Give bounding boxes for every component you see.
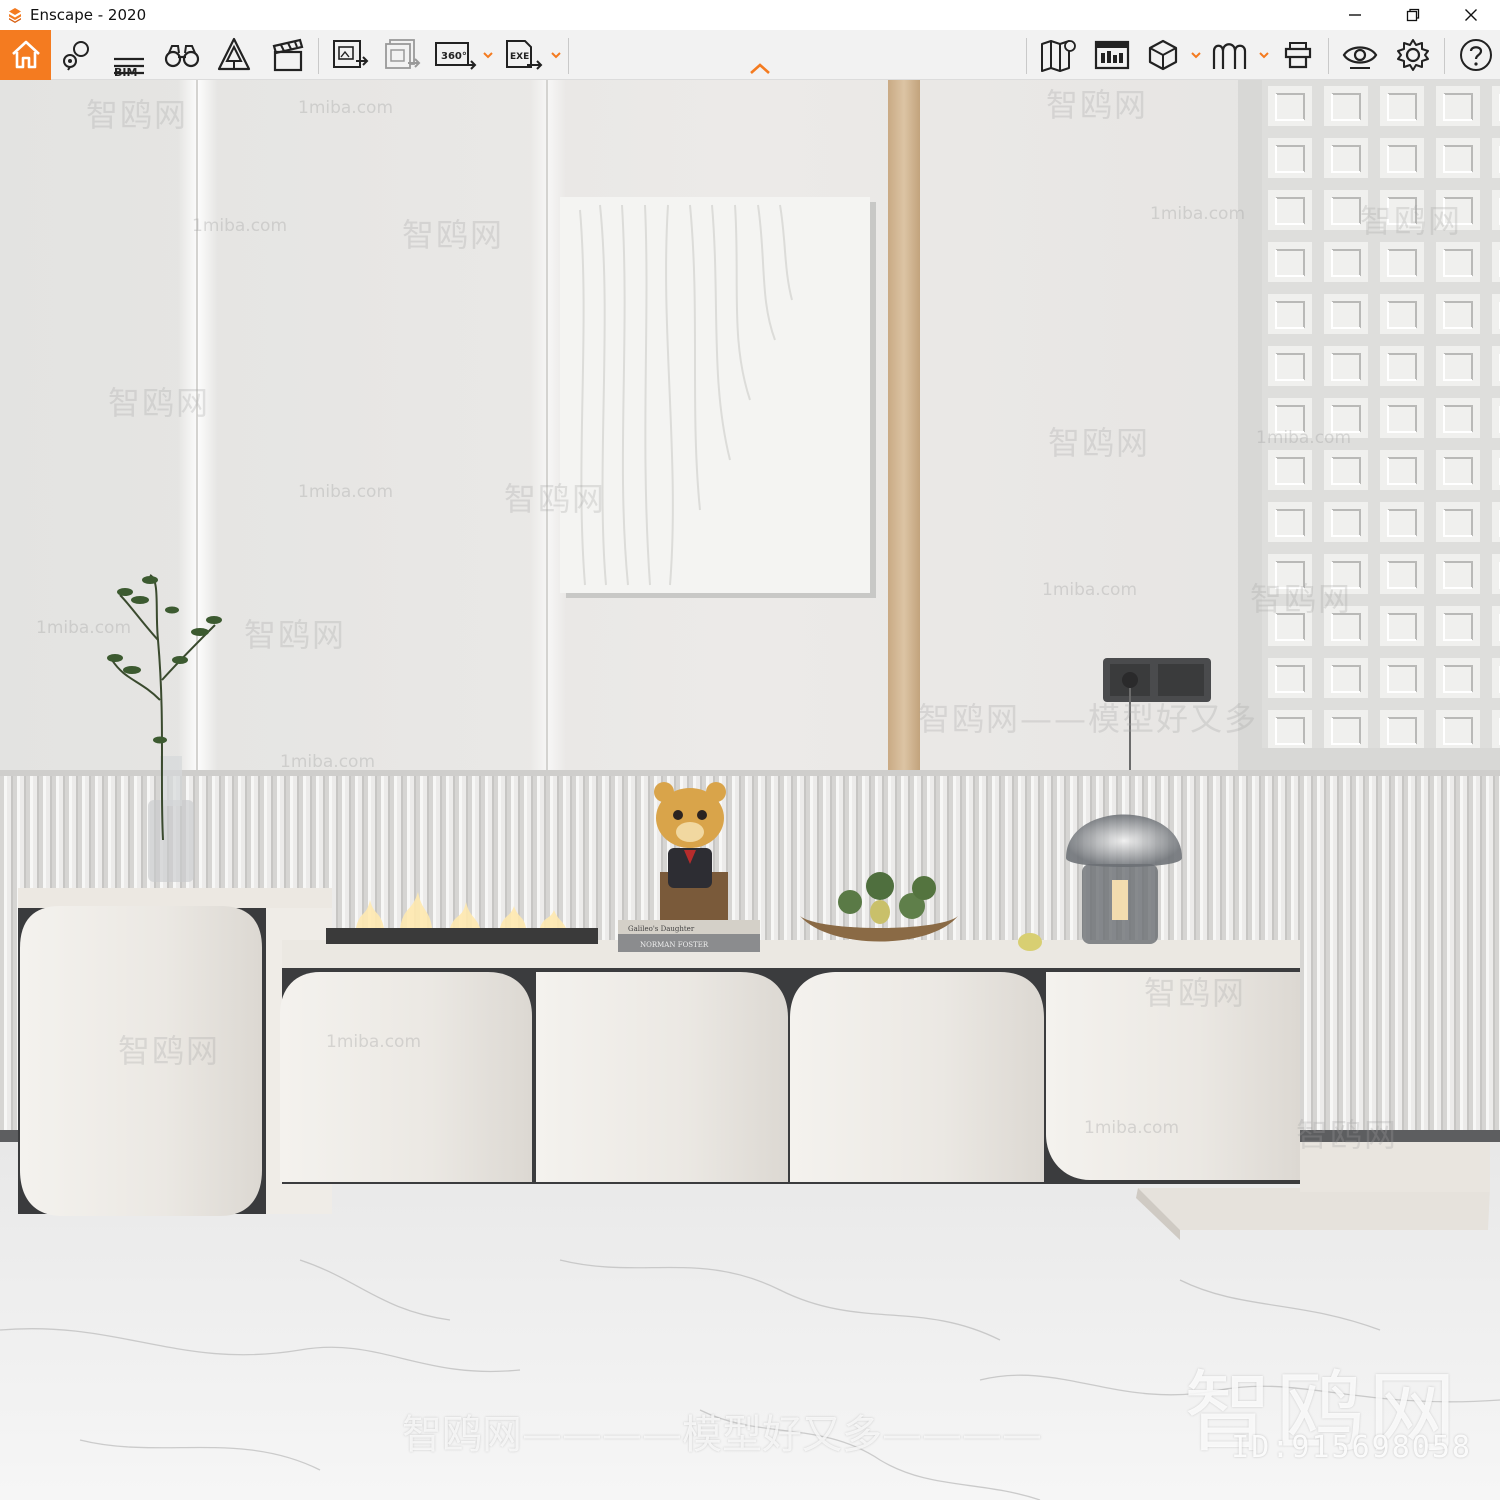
bim-list-icon	[114, 57, 144, 75]
watermark-site: 1miba.com	[1256, 428, 1352, 448]
eye-icon	[1342, 46, 1378, 69]
material-editor-button[interactable]	[1142, 35, 1184, 75]
window-controls	[1326, 0, 1500, 30]
watermark-site: 1miba.com	[1150, 204, 1246, 224]
exe-label: EXE	[510, 52, 529, 62]
home-icon	[11, 40, 40, 69]
watermark-brand: 智鸥网	[1144, 974, 1247, 1012]
watermark-site: 1miba.com	[280, 752, 376, 772]
watermark-brand: 智鸥网	[1046, 86, 1149, 124]
panorama-360-icon: 360°	[435, 42, 477, 70]
watermark-brand: 智鸥网	[1360, 202, 1463, 240]
watermark-slogan: 智鸥网——模型好又多	[918, 700, 1259, 738]
restore-icon	[1406, 8, 1420, 22]
clapperboard-icon	[272, 38, 304, 72]
render-viewport[interactable]: Galileo's Daughter NORMAN FOSTER 1miba.c…	[0, 80, 1500, 1500]
watermark-id: ID:915698058	[1231, 1430, 1472, 1465]
chevron-down-icon[interactable]	[482, 50, 494, 60]
walk-mode-button[interactable]	[160, 35, 204, 75]
map-icon	[1041, 40, 1076, 72]
watermark-brand: 智鸥网	[118, 1032, 221, 1070]
close-button[interactable]	[1442, 0, 1500, 30]
watermark-brand: 智鸥网	[1296, 1116, 1399, 1154]
minimize-icon	[1349, 14, 1361, 16]
watermark-brand: 智鸥网	[402, 216, 505, 254]
binoculars-icon	[164, 45, 200, 68]
watermark-bottom-slogan: 智鸥网————模型好又多————	[402, 1412, 1042, 1458]
toolbar-separator	[1328, 38, 1329, 74]
watermark-site: 1miba.com	[326, 1032, 422, 1052]
toolbar-separator	[568, 38, 569, 74]
watermark-site: 1miba.com	[298, 98, 394, 118]
watermark-site: 1miba.com	[192, 216, 288, 236]
panorama-label: 360°	[441, 51, 467, 62]
chevron-down-icon[interactable]	[550, 50, 562, 60]
watermark-site: 1miba.com	[1084, 1118, 1180, 1138]
toolbar-separator	[1026, 38, 1027, 74]
restore-button[interactable]	[1384, 0, 1442, 30]
watermark-brand: 智鸥网	[1250, 580, 1353, 618]
standalone-export-button[interactable]: EXE	[500, 35, 546, 75]
watermark-brand: 智鸥网	[1048, 424, 1151, 462]
toolbar-separator	[318, 38, 319, 74]
home-button[interactable]	[0, 30, 51, 80]
arches-icon	[1212, 43, 1247, 69]
watermark-brand: 智鸥网	[244, 616, 347, 654]
window-title: Enscape - 2020	[30, 6, 147, 24]
assets-button[interactable]	[212, 35, 256, 75]
title-bar: Enscape - 2020	[0, 0, 1500, 30]
bim-info-button[interactable]	[1090, 35, 1134, 75]
enscape-window: Enscape - 2020 BIM 360° EXE Galileo's Da…	[0, 0, 1500, 1500]
video-editor-button[interactable]	[266, 35, 310, 75]
collapse-toolbar-button[interactable]	[746, 58, 774, 80]
settings-button[interactable]	[1392, 35, 1434, 75]
bim-mode-button[interactable]	[108, 42, 150, 82]
chevron-down-icon[interactable]	[1258, 50, 1270, 60]
map-button[interactable]	[1036, 35, 1080, 75]
exe-export-icon: EXE	[506, 40, 543, 70]
interior-scene: Galileo's Daughter NORMAN FOSTER	[0, 80, 1500, 1500]
watermark-brand: 智鸥网	[108, 384, 211, 422]
enscape-logo-icon	[9, 8, 21, 23]
watermark-site: 1miba.com	[298, 482, 394, 502]
visual-settings-presets-button[interactable]	[1208, 35, 1252, 75]
book-title: Galileo's Daughter	[628, 925, 695, 933]
screenshot-button[interactable]	[328, 35, 372, 75]
info-panel-icon	[1094, 40, 1130, 70]
help-button[interactable]	[1456, 35, 1496, 75]
watermark-brand: 智鸥网	[504, 480, 607, 518]
gear-icon	[1397, 39, 1429, 71]
panorama-export-button[interactable]: 360°	[432, 35, 478, 75]
help-icon	[1460, 39, 1492, 71]
cloud-upload-icon	[1284, 42, 1312, 69]
chevron-down-icon[interactable]	[1190, 50, 1202, 60]
minimize-button[interactable]	[1326, 0, 1384, 30]
views-button[interactable]	[58, 35, 98, 75]
watermark-brand: 智鸥网	[86, 96, 189, 134]
watermark-site: 1miba.com	[1042, 580, 1138, 600]
live-view-button[interactable]	[1338, 35, 1382, 75]
close-icon	[1465, 9, 1477, 21]
location-pin-icon	[63, 41, 89, 71]
book-author: NORMAN FOSTER	[640, 941, 709, 949]
watermark-site: 1miba.com	[36, 618, 132, 638]
upload-button[interactable]	[1276, 35, 1320, 75]
batch-export-icon	[385, 39, 421, 69]
toolbar-separator	[1444, 38, 1445, 74]
batch-export-button[interactable]	[380, 35, 424, 75]
cube-icon	[1148, 39, 1178, 71]
chevron-up-icon	[750, 63, 770, 74]
export-image-icon	[333, 40, 369, 68]
tree-asset-icon	[217, 37, 251, 71]
